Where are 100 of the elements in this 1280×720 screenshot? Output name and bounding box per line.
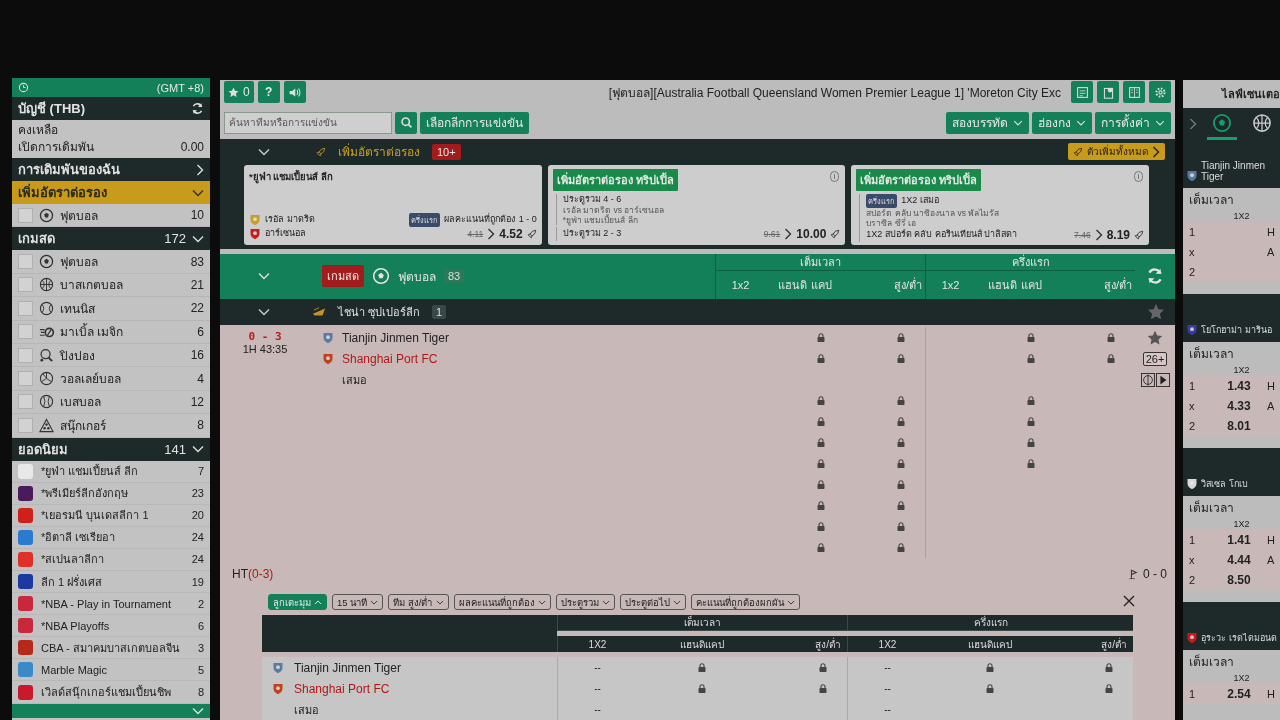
clipboard-icon[interactable] — [1097, 81, 1119, 104]
rocket-icon — [316, 146, 326, 157]
league-label[interactable]: *NBA - Play in Tournament — [41, 597, 190, 610]
section-header[interactable]: ยอดนิยม 141 — [12, 437, 210, 461]
league-label[interactable]: ลีก 1 ฝรั่งเศส — [41, 572, 184, 591]
boosted-odds[interactable]: 8.19 — [1106, 227, 1130, 242]
team-crest-icon — [1186, 631, 1198, 644]
help-button[interactable]: ? — [257, 81, 280, 104]
filter-chip[interactable]: ทีม สูง/ต่ำ — [388, 594, 449, 610]
league-label[interactable]: *สเปนลาลีกา — [41, 550, 184, 569]
boosted-odds[interactable]: 10.00 — [796, 226, 827, 241]
count-badge: 1 — [432, 304, 447, 319]
sport-label[interactable]: สนุ๊กเกอร์ — [60, 415, 192, 435]
market-label: ผลคะแนนที่ถูกต้อง — [443, 214, 515, 226]
sport-label[interactable]: เทนนิส — [60, 298, 185, 318]
odds-value[interactable]: 8.01 — [1227, 419, 1251, 433]
sport-label[interactable]: วอลเลย์บอล — [60, 369, 192, 389]
section-header[interactable]: การเดิมพันของฉัน — [12, 158, 210, 181]
boost-card[interactable]: เพิ่มอัตราต่อรอง ทริปเปิ้ล ประตูรวม 4 - 6 เรอัล มาดริด vs อาร์เซนอล *ยูฟ่า แชมเปี้ยนส์ ลีก ประตูรวม 2 - 3 9.61 10.00 — [547, 164, 846, 245]
document-icon[interactable] — [1071, 81, 1093, 104]
dropdown[interactable]: การตั้งค่า — [1095, 111, 1171, 134]
card-title: เพิ่มอัตราต่อรอง ทริปเปิ้ล — [856, 168, 982, 191]
filter-chip[interactable]: ผลคะแนนที่ถูกต้อง — [453, 594, 551, 610]
market-label: 1X2 — [1233, 519, 1250, 529]
balance-label: เปิดการเดิมพัน — [18, 139, 94, 156]
odds-value[interactable]: 4.44 — [1227, 553, 1251, 567]
filter-chip[interactable]: คะแนนที่ถูกต้องผกผัน — [690, 594, 800, 610]
favourites-button[interactable]: 0 — [224, 81, 254, 104]
league-count: 2 — [197, 597, 204, 610]
section-count: 172 — [164, 231, 186, 247]
filter-chip[interactable]: ประตูรวม — [555, 594, 615, 610]
checkbox[interactable] — [18, 254, 33, 270]
old-odds: 9.61 — [763, 228, 781, 239]
league-row[interactable]: ไชน่า ซุปเปอร์ลีก 1 — [220, 298, 1175, 325]
soccer-ball-icon — [39, 254, 54, 270]
section-title: เกมสด — [18, 230, 56, 249]
odds-value[interactable]: 1.41 — [1227, 533, 1251, 547]
sport-label[interactable]: ฟุตบอล — [60, 252, 185, 272]
settings-icon[interactable] — [1149, 81, 1171, 104]
column-group-header: เต็มเวลา — [715, 253, 925, 271]
section-header[interactable]: เพิ่มอัตราต่อรอง — [12, 181, 210, 204]
checkbox[interactable] — [18, 207, 33, 223]
column-header: 1x2 — [715, 270, 765, 299]
column-header: 1x2 — [925, 270, 975, 299]
filter-chip[interactable]: ลูกเตะมุม — [268, 594, 327, 610]
list-icon[interactable] — [1123, 81, 1145, 104]
boosted-odds[interactable]: 4.52 — [499, 226, 523, 241]
league-name: บราซิล ซีรี่ เอ — [866, 217, 918, 228]
ball-triangle-icon — [39, 417, 54, 433]
dropdown[interactable]: สองบรรทัด — [946, 111, 1029, 134]
filter-chip[interactable]: ประตูต่อไป — [619, 594, 686, 610]
sport-label[interactable]: ฟุตบอล — [60, 205, 185, 225]
table-cell: -- — [557, 699, 637, 720]
live-badge: เกมสด — [322, 265, 364, 288]
checkbox[interactable] — [18, 394, 33, 410]
period-label: เต็มเวลา — [1189, 191, 1234, 209]
league-label[interactable]: *อิตาลี เซเรียอา — [41, 528, 184, 547]
search-icon[interactable] — [395, 111, 417, 134]
caret-icon — [1076, 119, 1086, 126]
section-header[interactable]: เกมสด 172 — [12, 227, 210, 251]
stats-icon — [1140, 372, 1155, 387]
speaker-icon[interactable] — [283, 81, 306, 104]
league-label[interactable]: CBA - สมาคมบาสเกตบอลจีน — [41, 638, 190, 657]
odds-value[interactable]: 1.43 — [1227, 379, 1251, 393]
soccer-ball-icon — [372, 267, 390, 286]
league-label[interactable]: *เยอรมนี บุนเดสลีกา 1 — [41, 506, 184, 525]
league-label[interactable]: *ยูฟ่า แชมเปี้ยนส์ ลีก — [41, 462, 190, 481]
sport-label[interactable]: มาเบิ้ล เมจิก — [60, 322, 192, 342]
clock-icon — [18, 82, 29, 93]
odds-value[interactable]: 8.50 — [1227, 573, 1251, 587]
league-label[interactable]: เวิลด์สนุ๊กเกอร์แชมเปี้ยนชิพ — [41, 683, 190, 701]
league-select-button[interactable]: เลือกลีกการแข่งขัน — [420, 111, 529, 134]
checkbox[interactable] — [18, 371, 33, 387]
league-label[interactable]: Marble Magic — [41, 663, 190, 676]
league-label[interactable]: *NBA Playoffs — [41, 619, 190, 632]
pick-label: 1 - 0 — [518, 214, 537, 226]
panel-title: ไลฟ์เซนเตอ — [1222, 87, 1280, 102]
sport-label[interactable]: บาสเกตบอล — [60, 275, 185, 295]
filter-chip[interactable]: 15 นาที — [332, 594, 384, 610]
odds-value[interactable]: 2.54 — [1227, 687, 1251, 701]
league-label[interactable]: *พรีเมียร์ลีกอังกฤษ — [41, 484, 184, 503]
sport-label[interactable]: ปิงปอง — [60, 345, 185, 365]
team-crest-icon — [322, 352, 334, 365]
search-field[interactable]: ค้นหาทีมหรือการแข่งขัน — [224, 111, 392, 134]
sport-label[interactable]: เบสบอล — [60, 392, 185, 412]
volleyball-icon — [39, 371, 54, 387]
checkbox[interactable] — [18, 277, 33, 293]
more-markets-badge[interactable]: 26+ — [1142, 351, 1168, 366]
match-score: 0 - 3 — [247, 330, 283, 343]
sport-count: 4 — [197, 371, 204, 386]
outcome-label: 2 — [1189, 266, 1197, 278]
team-crest-icon — [272, 682, 284, 695]
checkbox[interactable] — [18, 324, 33, 340]
dropdown[interactable]: ฮ่องกง — [1032, 111, 1092, 134]
checkbox[interactable] — [18, 417, 33, 433]
checkbox[interactable] — [18, 347, 33, 363]
column-header: แฮนดิ แคป — [777, 277, 833, 293]
all-boosts-button[interactable]: ตัวเพิ่มทั้งหมด — [1068, 143, 1165, 161]
checkbox[interactable] — [18, 300, 33, 316]
odds-value[interactable]: 4.33 — [1227, 399, 1251, 413]
